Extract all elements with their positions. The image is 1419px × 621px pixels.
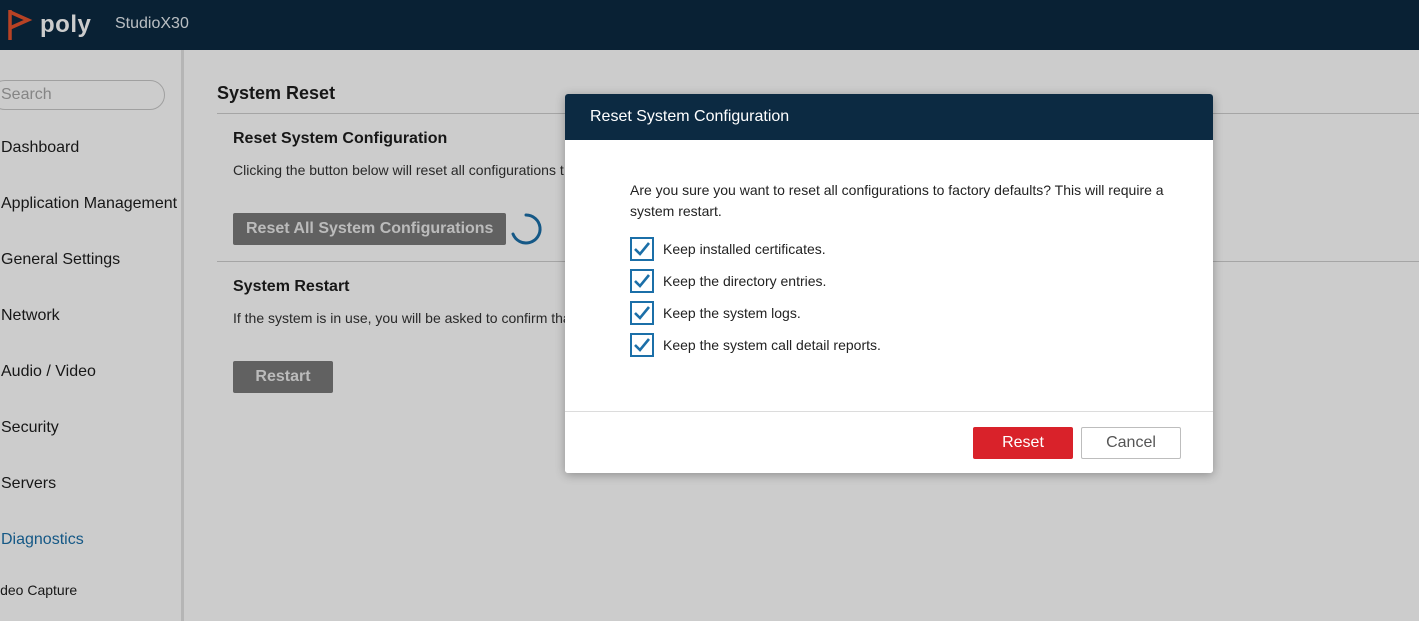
keep-cdr-label: Keep the system call detail reports. bbox=[663, 337, 881, 353]
dialog-title: Reset System Configuration bbox=[565, 94, 1213, 140]
checkmark-icon bbox=[634, 274, 651, 288]
dialog-message: Are you sure you want to reset all confi… bbox=[630, 182, 1164, 219]
option-keep-directory: Keep the directory entries. bbox=[630, 269, 826, 293]
dialog-body: Are you sure you want to reset all confi… bbox=[565, 140, 1213, 412]
checkmark-icon bbox=[634, 242, 651, 256]
keep-logs-checkbox[interactable] bbox=[630, 301, 654, 325]
reset-confirmation-dialog: Reset System Configuration Are you sure … bbox=[565, 94, 1213, 473]
cancel-button[interactable]: Cancel bbox=[1081, 427, 1181, 459]
option-keep-certificates: Keep installed certificates. bbox=[630, 237, 826, 261]
keep-certificates-checkbox[interactable] bbox=[630, 237, 654, 261]
keep-cdr-checkbox[interactable] bbox=[630, 333, 654, 357]
keep-directory-label: Keep the directory entries. bbox=[663, 273, 827, 289]
option-keep-cdr: Keep the system call detail reports. bbox=[630, 333, 881, 357]
checkmark-icon bbox=[634, 338, 651, 352]
keep-certificates-label: Keep installed certificates. bbox=[663, 241, 826, 257]
keep-logs-label: Keep the system logs. bbox=[663, 305, 801, 321]
reset-button[interactable]: Reset bbox=[973, 427, 1073, 459]
checkmark-icon bbox=[634, 306, 651, 320]
dialog-footer: Reset Cancel bbox=[565, 412, 1213, 473]
option-keep-logs: Keep the system logs. bbox=[630, 301, 801, 325]
keep-directory-checkbox[interactable] bbox=[630, 269, 654, 293]
